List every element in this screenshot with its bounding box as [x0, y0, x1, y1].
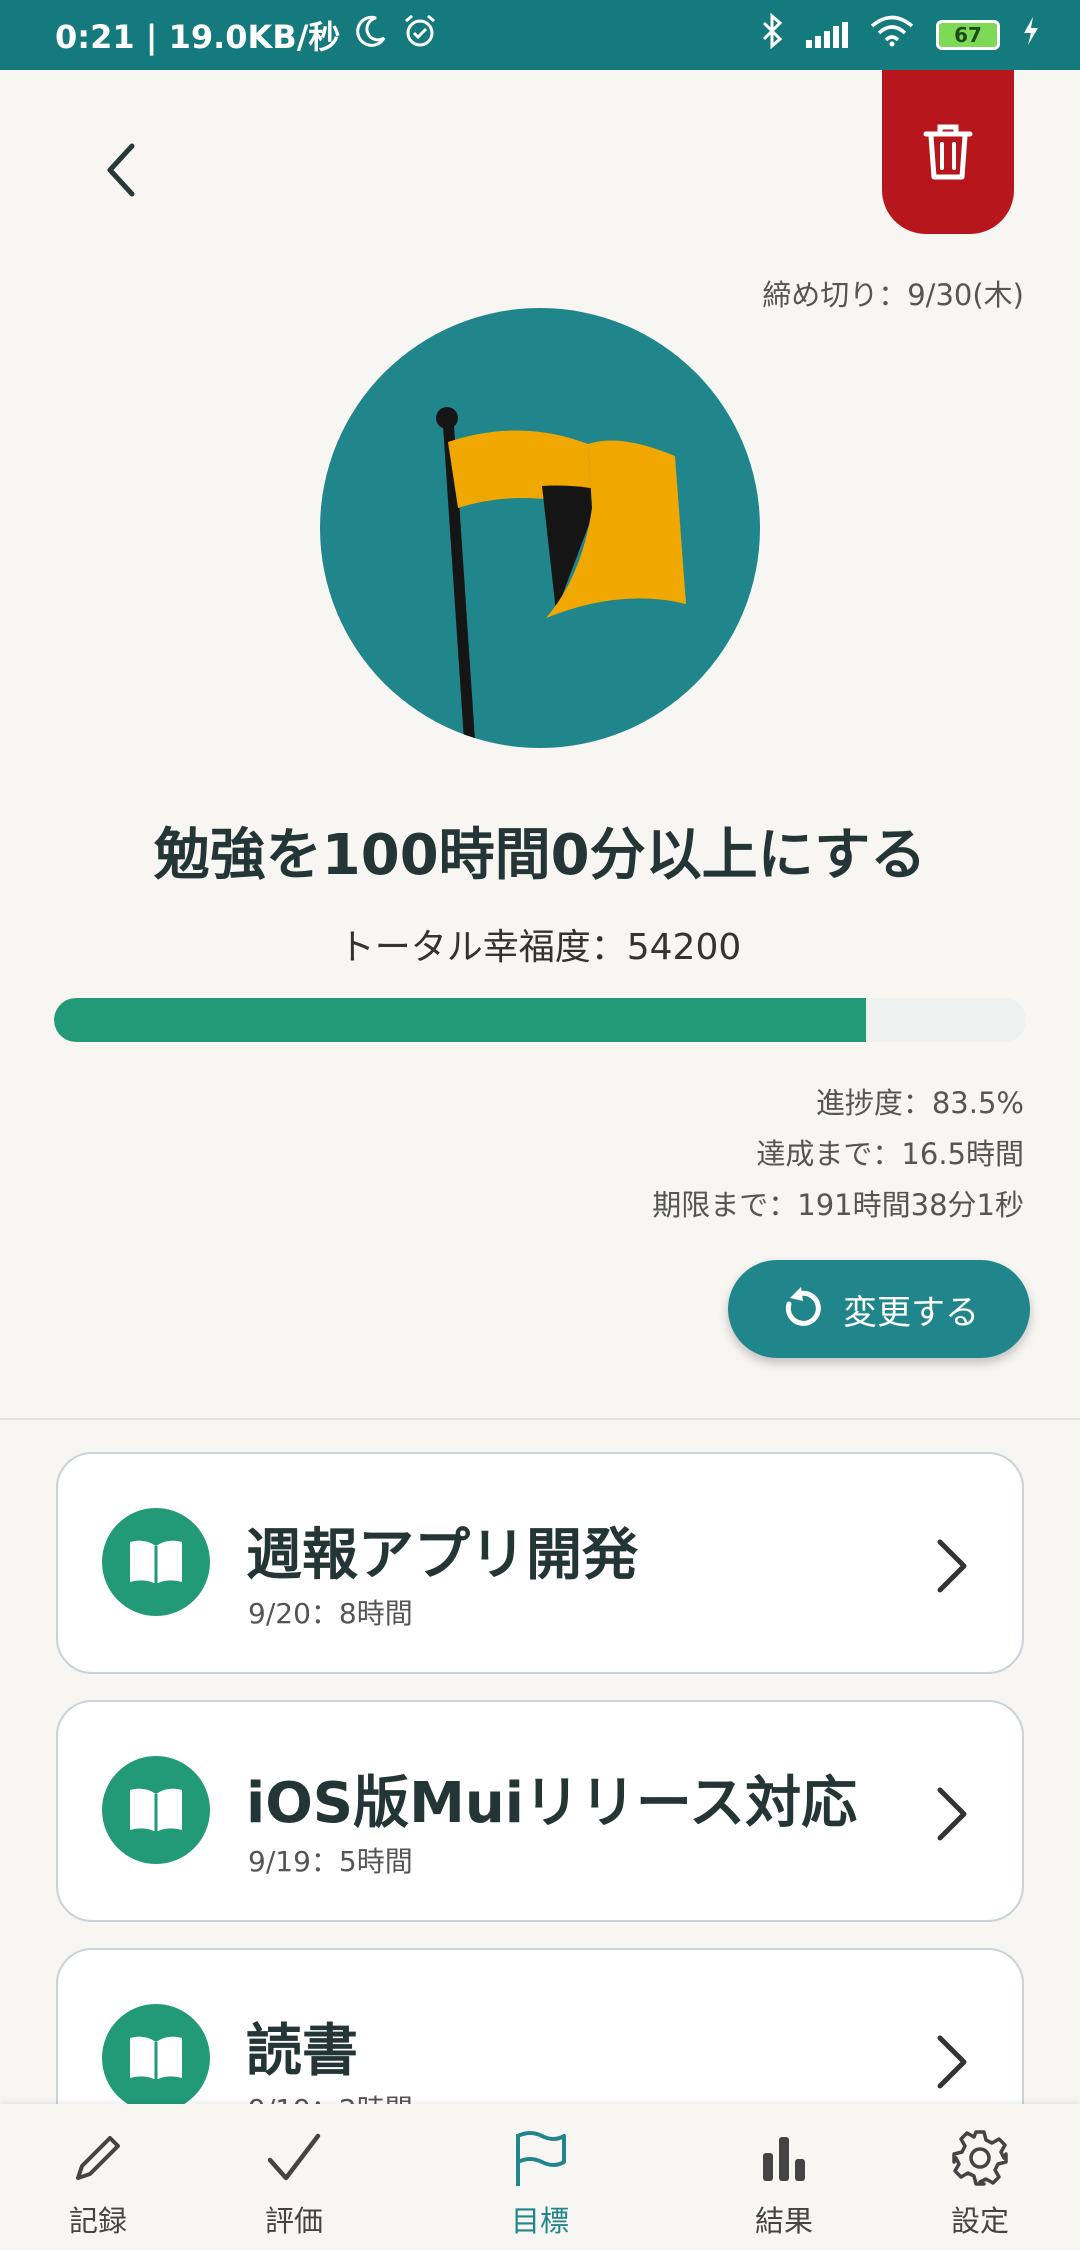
book-icon [102, 2004, 210, 2112]
progress-percent: 進捗度：83.5% [815, 1086, 1024, 1120]
activity-title: iOS版Muiリリース対応 [246, 1771, 858, 1836]
progress-bar-fill [54, 998, 866, 1042]
checkmark-icon [267, 2133, 321, 2181]
bluetooth-icon [760, 12, 784, 57]
change-goal-label: 変更する [843, 1292, 979, 1333]
nav-evaluate-label: 評価 [264, 2204, 323, 2238]
bar-chart-icon [763, 2137, 805, 2181]
activity-title: 週報アプリ開発 [246, 1523, 638, 1588]
battery-indicator: 67 [936, 20, 1000, 50]
activity-card[interactable]: 週報アプリ開発 9/20：8時間 [56, 1452, 1024, 1674]
nav-goal[interactable]: 目標 [480, 2128, 600, 2240]
goal-stats: 進捗度：83.5% 達成まで：16.5時間 期限まで：191時間38分1秒 [652, 1078, 1024, 1231]
delete-button[interactable] [882, 70, 1014, 234]
total-happiness: トータル幸福度：54200 [338, 927, 742, 968]
chevron-right-icon [937, 1787, 967, 1841]
deadline-text: 締め切り：9/30(木) [762, 278, 1024, 312]
goal-flag-illustration [320, 308, 760, 748]
status-time-speed: 0:21 | 19.0KB/秒 [55, 18, 341, 56]
moon-icon [354, 14, 388, 56]
divider [0, 1418, 1080, 1420]
nav-record[interactable]: 記録 [38, 2128, 158, 2240]
activity-subtitle: 9/19：5時間 [248, 1845, 413, 1878]
gear-icon [952, 2130, 1008, 2186]
change-goal-button[interactable]: 変更する [728, 1260, 1030, 1358]
progress-bar [54, 998, 1026, 1042]
activity-title: 読書 [246, 2019, 358, 2084]
wifi-icon [870, 15, 914, 55]
chevron-right-icon [937, 2035, 967, 2089]
charging-icon [1022, 16, 1040, 54]
nav-record-label: 記録 [68, 2204, 127, 2238]
nav-settings[interactable]: 設定 [920, 2128, 1040, 2240]
until-achieve: 達成まで：16.5時間 [756, 1137, 1024, 1171]
until-deadline: 期限まで：191時間38分1秒 [652, 1188, 1024, 1222]
nav-result[interactable]: 結果 [724, 2128, 844, 2240]
activity-subtitle: 9/20：8時間 [248, 1597, 413, 1630]
nav-goal-label: 目標 [510, 2204, 569, 2238]
nav-settings-label: 設定 [950, 2204, 1009, 2238]
nav-result-label: 結果 [754, 2204, 813, 2238]
goal-title: 勉強を100時間0分以上にする [153, 823, 927, 888]
back-button[interactable] [90, 135, 150, 205]
signal-icon [806, 22, 848, 48]
flag-icon [436, 407, 686, 748]
trash-icon [923, 124, 973, 180]
pencil-icon [76, 2136, 120, 2180]
bottom-navigation: 記録 評価 目標 結果 設定 [0, 2104, 1080, 2250]
book-icon [102, 1508, 210, 1616]
activity-card[interactable]: iOS版Muiリリース対応 9/19：5時間 [56, 1700, 1024, 1922]
status-bar: 0:21 | 19.0KB/秒 67 [0, 0, 1080, 70]
chevron-left-icon [107, 143, 135, 197]
book-icon [102, 1756, 210, 1864]
refresh-icon [785, 1287, 821, 1326]
alarm-icon [402, 13, 438, 57]
flag-outline-icon [516, 2131, 566, 2186]
nav-evaluate[interactable]: 評価 [234, 2128, 354, 2240]
chevron-right-icon [937, 1539, 967, 1593]
